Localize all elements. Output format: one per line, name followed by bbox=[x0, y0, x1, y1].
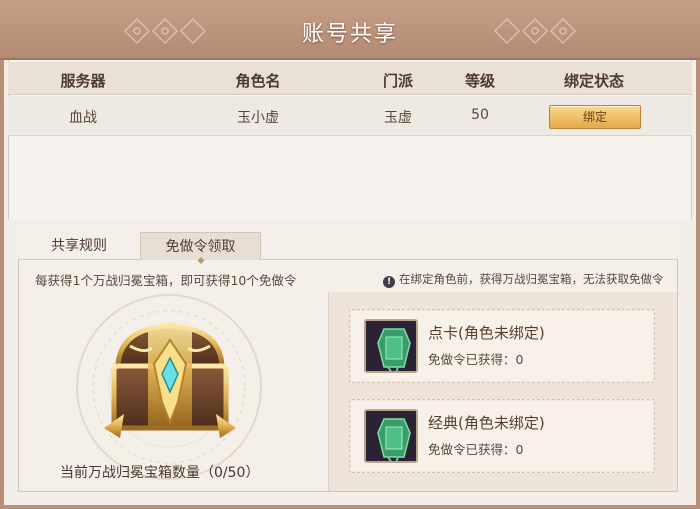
column-header-level: 等级 bbox=[464, 72, 496, 90]
column-header-bind-status: 绑定状态 bbox=[563, 72, 625, 90]
bind-button[interactable]: 绑定 bbox=[549, 105, 641, 129]
tab-share-rules[interactable]: 共享规则 bbox=[30, 232, 128, 260]
chest-count-text: 当前万战归冕宝箱数量（0/50） bbox=[60, 465, 260, 481]
card-token-count: 免做令已获得：0 bbox=[428, 442, 524, 457]
title-bar: 账号共享 bbox=[0, 0, 700, 60]
jade-token-icon bbox=[364, 319, 418, 373]
table-header: 服务器 角色名 门派 等级 绑定状态 bbox=[8, 62, 692, 95]
tab-token-claim-label: 免做令领取 bbox=[165, 239, 236, 255]
bind-warning: ! 在绑定角色前，获得万战归冕宝箱，无法获取免做令 bbox=[383, 271, 664, 288]
card-token-count: 免做令已获得：0 bbox=[428, 352, 524, 367]
faction-value: 玉虚 bbox=[384, 110, 412, 126]
role-name-value: 玉小虚 bbox=[237, 110, 279, 126]
column-header-role-name: 角色名 bbox=[235, 72, 281, 90]
tab-token-claim[interactable]: 免做令领取 bbox=[140, 232, 261, 265]
list-item: 点卡(角色未绑定) 免做令已获得：0 bbox=[349, 309, 655, 383]
jade-token-icon bbox=[364, 409, 418, 463]
level-value: 50 bbox=[471, 107, 489, 123]
card-title: 经典(角色未绑定) bbox=[428, 414, 545, 432]
treasure-chest-icon bbox=[104, 322, 236, 438]
list-item: 经典(角色未绑定) 免做令已获得：0 bbox=[349, 399, 655, 473]
info-icon: ! bbox=[383, 276, 395, 288]
card-title: 点卡(角色未绑定) bbox=[428, 324, 545, 342]
column-header-faction: 门派 bbox=[382, 72, 414, 90]
column-header-server: 服务器 bbox=[60, 72, 106, 90]
bind-warning-text: 在绑定角色前，获得万战归冕宝箱，无法获取免做令 bbox=[399, 272, 664, 286]
reward-rule-text: 每获得1个万战归冕宝箱，即可获得10个免做令 bbox=[35, 273, 297, 288]
server-value: 血战 bbox=[69, 110, 97, 126]
window-title: 账号共享 bbox=[301, 22, 398, 47]
